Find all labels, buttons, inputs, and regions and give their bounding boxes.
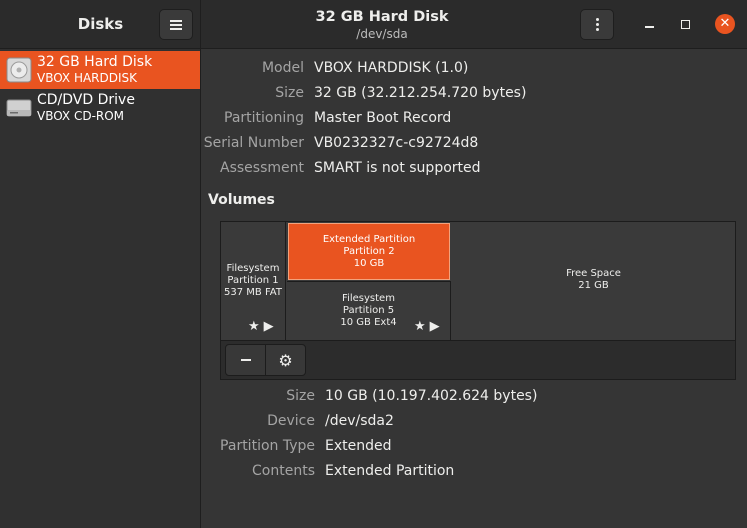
contents-label: Contents bbox=[252, 463, 315, 479]
free-space-label: Free Space bbox=[566, 268, 621, 279]
size-value: 32 GB (32.212.254.720 bytes) bbox=[314, 85, 527, 101]
model-label: Model bbox=[261, 60, 304, 76]
drive-name: 32 GB Hard Disk bbox=[37, 54, 153, 70]
partition-1-type: Filesystem bbox=[226, 263, 280, 274]
header-bar: Disks 32 GB Hard Disk /dev/sda ✕ bbox=[0, 0, 747, 49]
kebab-dot-icon bbox=[595, 23, 599, 26]
drive-name: CD/DVD Drive bbox=[37, 92, 135, 108]
partition-1-size: 537 MB FAT bbox=[224, 287, 282, 298]
extended-partition-type: Extended Partition bbox=[322, 234, 416, 245]
sidebar-header: Disks bbox=[0, 0, 201, 48]
extended-partition-selected: Extended Partition Partition 2 10 GB bbox=[288, 223, 450, 280]
assessment-value: SMART is not supported bbox=[314, 160, 481, 176]
free-space-segment[interactable]: Free Space 21 GB bbox=[452, 222, 735, 340]
close-button[interactable]: ✕ bbox=[715, 14, 735, 34]
disk-details: Model VBOX HARDDISK (1.0) Size 32 GB (32… bbox=[202, 49, 747, 528]
delete-partition-button[interactable] bbox=[225, 344, 266, 376]
close-icon: ✕ bbox=[719, 16, 731, 31]
drive-item-hard-disk[interactable]: 32 GB Hard Disk VBOX HARDDISK bbox=[0, 51, 200, 89]
partition-1-name: Partition 1 bbox=[227, 275, 279, 286]
hard-disk-icon bbox=[6, 57, 32, 83]
volumes-panel: Filesystem Partition 1 537 MB FAT ★▶ Ext… bbox=[220, 221, 736, 380]
extended-partition-name: Partition 2 bbox=[343, 246, 395, 257]
partitioning-value: Master Boot Record bbox=[314, 110, 452, 126]
serial-number-value: VB0232327c-c92724d8 bbox=[314, 135, 479, 151]
optical-drive-icon bbox=[6, 99, 32, 117]
partition-5-name: Partition 5 bbox=[342, 305, 395, 316]
contents-value: Extended Partition bbox=[325, 463, 455, 479]
partition-5-type: Filesystem bbox=[342, 293, 395, 304]
disk-menu-button[interactable] bbox=[580, 9, 614, 40]
partition-5-status-icons: ★▶ bbox=[414, 319, 444, 334]
device-value: /dev/sda2 bbox=[325, 413, 394, 429]
device-label: Device bbox=[267, 413, 315, 429]
gears-icon: ⚙ bbox=[278, 350, 293, 370]
partition-1-status-icons: ★▶ bbox=[248, 319, 278, 334]
drive-model: VBOX CD-ROM bbox=[37, 109, 125, 123]
drive-list: 32 GB Hard Disk VBOX HARDDISK CD/DVD Dri… bbox=[0, 49, 201, 528]
size-label: Size bbox=[275, 85, 304, 101]
assessment-label: Assessment bbox=[220, 160, 304, 176]
main-menu-button[interactable] bbox=[159, 9, 193, 40]
volume-size-label: Size bbox=[286, 388, 315, 404]
maximize-button[interactable] bbox=[675, 14, 695, 34]
volumes-heading: Volumes bbox=[208, 192, 275, 208]
partition-type-value: Extended bbox=[325, 438, 392, 454]
partition-type-label: Partition Type bbox=[220, 438, 315, 454]
kebab-dot-icon bbox=[595, 18, 599, 21]
hamburger-icon bbox=[170, 19, 182, 30]
volume-size-value: 10 GB (10.197.402.624 bytes) bbox=[325, 388, 538, 404]
partitioning-label: Partitioning bbox=[224, 110, 304, 126]
extended-partition-segment[interactable]: Extended Partition Partition 2 10 GB bbox=[287, 222, 451, 282]
minus-icon bbox=[240, 359, 251, 361]
minimize-button[interactable] bbox=[639, 14, 659, 34]
partition-map: Filesystem Partition 1 537 MB FAT ★▶ Ext… bbox=[221, 222, 735, 341]
drive-model: VBOX HARDDISK bbox=[37, 71, 138, 85]
partition-1-segment[interactable]: Filesystem Partition 1 537 MB FAT ★▶ bbox=[221, 222, 286, 340]
partition-5-segment[interactable]: Filesystem Partition 5 10 GB Ext4 ★▶ bbox=[287, 282, 451, 340]
model-value: VBOX HARDDISK (1.0) bbox=[314, 60, 469, 76]
partition-options-button[interactable]: ⚙ bbox=[265, 344, 306, 376]
maximize-icon bbox=[680, 19, 690, 29]
extended-partition-size: 10 GB bbox=[353, 258, 385, 269]
drive-item-cd-dvd[interactable]: CD/DVD Drive VBOX CD-ROM bbox=[0, 89, 200, 127]
serial-number-label: Serial Number bbox=[203, 135, 304, 151]
free-space-size: 21 GB bbox=[578, 280, 609, 291]
disk-device-path: /dev/sda bbox=[356, 27, 408, 41]
kebab-dot-icon bbox=[595, 28, 599, 31]
disk-title: 32 GB Hard Disk bbox=[315, 9, 449, 25]
minimize-icon bbox=[644, 26, 654, 28]
